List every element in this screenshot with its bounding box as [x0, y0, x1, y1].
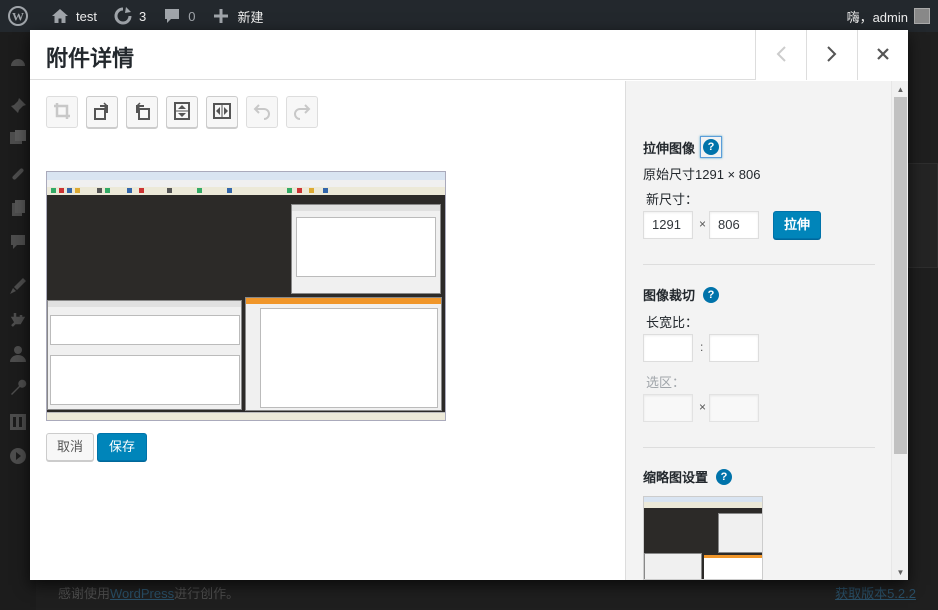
svg-text:W: W: [12, 10, 24, 24]
thumbnail-section-title: 缩略图设置 ?: [643, 467, 733, 486]
footer-thanks-prefix: 感谢使用: [58, 586, 111, 601]
crop-section-title: 图像裁切 ?: [643, 285, 720, 304]
new-label: 新建: [237, 9, 264, 25]
site-name-link[interactable]: test: [42, 0, 105, 32]
image-editor: 取消 保存: [30, 81, 625, 580]
chevron-right-icon: [826, 45, 838, 66]
rotate-right-button[interactable]: [126, 96, 158, 128]
flip-vertical-button[interactable]: [166, 96, 198, 128]
scroll-up-arrow-icon[interactable]: ▲: [892, 81, 908, 97]
admin-bar: W test 3 0 新建 嗨，admin: [0, 0, 938, 32]
undo-icon: [253, 102, 271, 123]
selection-separator: ×: [699, 400, 707, 414]
scroll-down-arrow-icon[interactable]: ▼: [892, 564, 908, 580]
thumbnail-title: 缩略图设置: [643, 470, 709, 485]
comments-menu-icon: [8, 232, 28, 252]
aspect-height-input[interactable]: [709, 334, 759, 362]
media-icon: [8, 128, 28, 148]
flip-horizontal-button[interactable]: [206, 96, 238, 128]
flip-vertical-icon: [172, 101, 192, 124]
aspect-width-input[interactable]: [643, 334, 693, 362]
plus-icon: [211, 6, 231, 26]
home-icon: [50, 6, 70, 26]
original-size: 原始尺寸1291 × 806: [643, 167, 761, 182]
comment-icon: [162, 6, 182, 26]
help-icon: ?: [703, 139, 720, 155]
pin-icon: [8, 96, 28, 116]
comments-count: 0: [188, 8, 196, 24]
avatar: [914, 8, 930, 24]
wordpress-logo-icon: W: [8, 6, 28, 26]
modal-title: 附件详情: [46, 46, 135, 71]
collapse-menu-icon: [8, 446, 28, 466]
aspect-separator: :: [700, 340, 704, 354]
selection-height-input[interactable]: [709, 394, 759, 422]
pages-icon: [8, 198, 28, 218]
cancel-button[interactable]: 取消: [46, 433, 95, 461]
crop-help-icon[interactable]: ?: [703, 286, 720, 303]
divider: [643, 264, 875, 265]
scale-times: ×: [699, 217, 707, 231]
tools-icon: [8, 378, 28, 398]
greeting: 嗨，admin: [846, 9, 908, 25]
redo-icon: [293, 102, 311, 123]
footer-thanks: 感谢使用WordPress进行创作。: [58, 583, 239, 602]
new-size-label: 新尺寸：: [646, 192, 699, 207]
scale-help-button[interactable]: ?: [700, 136, 723, 158]
appearance-icon: [8, 276, 28, 296]
scale-button[interactable]: 拉伸: [773, 211, 822, 239]
thumbnail-preview: [643, 496, 763, 580]
aspect-ratio-label: 长宽比：: [646, 315, 699, 330]
scrollbar-thumb[interactable]: [894, 97, 907, 454]
image-settings-panel: 拉伸图像 ? 原始尺寸1291 × 806 新尺寸： 1291 × 806 拉伸…: [625, 81, 908, 580]
modal-header: 附件详情: [30, 30, 908, 80]
crop-icon: [53, 102, 71, 123]
thumbnail-help-icon[interactable]: ?: [716, 468, 733, 485]
chevron-left-icon: [775, 45, 787, 66]
selection-width-input[interactable]: [643, 394, 693, 422]
site-name: test: [76, 8, 97, 24]
comments-link[interactable]: 0: [154, 0, 203, 32]
link-icon: [8, 164, 28, 184]
next-button[interactable]: [806, 30, 857, 80]
crop-title: 图像裁切: [643, 288, 696, 303]
close-button[interactable]: [857, 30, 908, 80]
footer-thanks-suffix: 进行创作。: [174, 586, 240, 601]
settings-scrollbar[interactable]: ▲ ▼: [891, 81, 908, 580]
image-preview[interactable]: [46, 171, 446, 421]
previous-button[interactable]: [755, 30, 806, 80]
rotate-right-icon: [132, 101, 152, 124]
users-icon: [8, 344, 28, 364]
my-account-link[interactable]: 嗨，admin: [847, 0, 930, 32]
scale-width-input[interactable]: 1291: [643, 211, 693, 239]
updates-count: 3: [138, 8, 147, 24]
crop-button[interactable]: [46, 96, 78, 128]
wordpress-logo-button[interactable]: W: [0, 0, 42, 32]
undo-button[interactable]: [246, 96, 278, 128]
close-icon: [876, 47, 890, 64]
attachment-details-modal: 附件详情 取消 保存 拉伸图像 ? 原始尺寸1291 × 806 新尺寸： 12…: [30, 30, 908, 580]
settings-icon: [8, 412, 28, 432]
scale-section-title: 拉伸图像 ?: [643, 136, 723, 158]
plugins-icon: [8, 310, 28, 330]
scale-title: 拉伸图像: [643, 140, 696, 156]
rotate-left-icon: [92, 101, 112, 124]
updates-icon: [113, 6, 133, 26]
redo-button[interactable]: [286, 96, 318, 128]
save-button[interactable]: 保存: [97, 433, 148, 461]
wordpress-link[interactable]: WordPress: [110, 586, 174, 601]
selection-label: 选区：: [646, 375, 686, 390]
dashboard-icon: [8, 52, 28, 72]
updates-link[interactable]: 3: [105, 0, 154, 32]
scale-height-input[interactable]: 806: [709, 211, 759, 239]
rotate-left-button[interactable]: [86, 96, 118, 128]
image-edit-toolbar: [46, 96, 318, 128]
new-content-link[interactable]: 新建: [203, 0, 271, 32]
divider: [643, 447, 875, 448]
flip-horizontal-icon: [212, 101, 232, 124]
dimmed-side-box: [908, 163, 938, 268]
version-link[interactable]: 获取版本5.2.2: [835, 583, 916, 602]
